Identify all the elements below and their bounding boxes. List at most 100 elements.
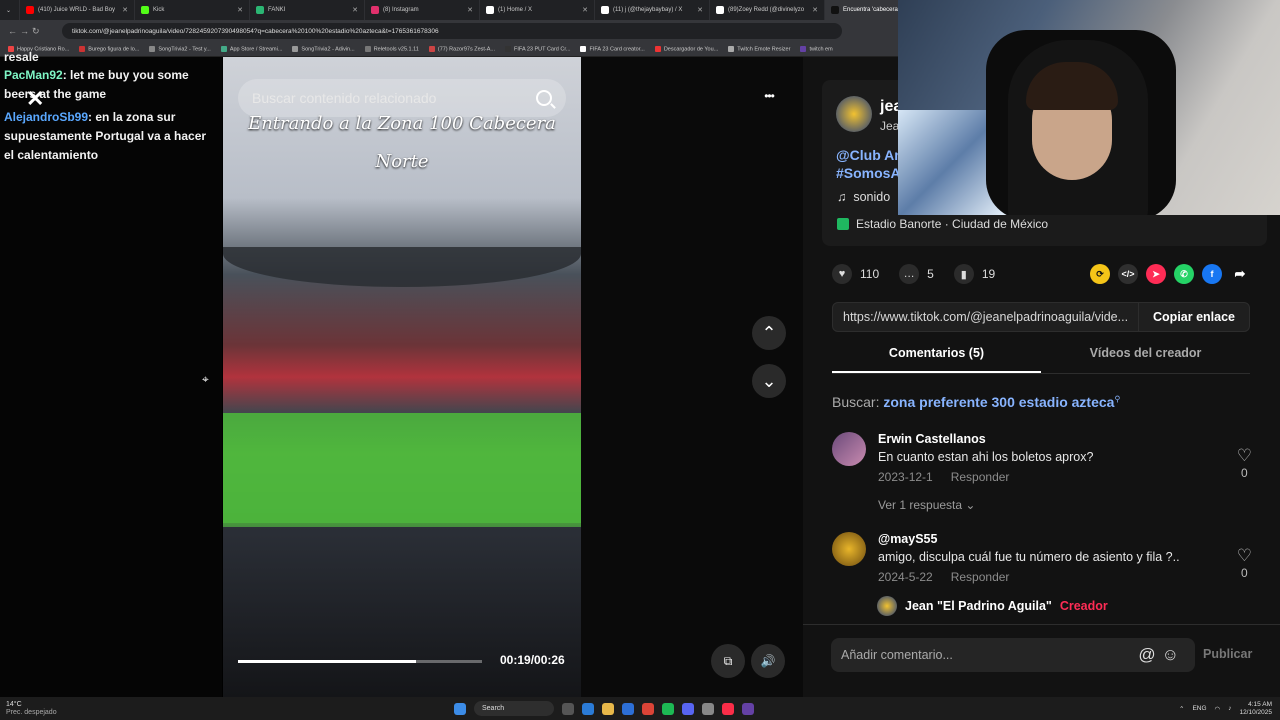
task-view-icon[interactable] bbox=[562, 702, 574, 715]
tab-title: (8) Instagram bbox=[383, 7, 419, 13]
tab-close-icon[interactable]: ✕ bbox=[812, 6, 818, 14]
speaker-icon[interactable]: ♪ bbox=[1228, 705, 1231, 712]
next-video-button[interactable]: ⌄ bbox=[752, 364, 786, 398]
comment-heart-icon[interactable]: ♡ bbox=[1237, 546, 1252, 566]
comment-icon[interactable]: … bbox=[899, 264, 920, 284]
previous-video-button[interactable]: ⌃ bbox=[752, 316, 786, 350]
reply-avatar[interactable] bbox=[877, 596, 897, 616]
embed-icon[interactable]: </> bbox=[1118, 264, 1138, 284]
pip-button[interactable]: ⧉ bbox=[711, 644, 745, 678]
browser-tab[interactable]: Kick ✕ bbox=[135, 0, 250, 20]
spotify-icon[interactable] bbox=[662, 702, 674, 715]
reply-author[interactable]: Jean "El Padrino Aguila" bbox=[905, 599, 1052, 613]
bookmark-icon[interactable]: ▮ bbox=[953, 264, 974, 284]
send-icon[interactable]: ➤ bbox=[1146, 264, 1166, 284]
video-progress-bar[interactable] bbox=[238, 660, 482, 663]
comment-heart-icon[interactable]: ♡ bbox=[1237, 446, 1252, 466]
share-arrow-icon[interactable]: ➦ bbox=[1230, 264, 1250, 284]
location-row[interactable]: Estadio Banorte · Ciudad de México bbox=[837, 217, 1048, 231]
weather-temp: 14°C bbox=[6, 700, 22, 708]
tab-search-icon[interactable]: ⌄ bbox=[0, 0, 20, 20]
comment-input[interactable]: Añadir comentario... @☺ bbox=[831, 638, 1195, 672]
post-hashtag[interactable]: #SomosA bbox=[836, 165, 901, 181]
tab-close-icon[interactable]: ✕ bbox=[582, 6, 588, 14]
related-search-input[interactable]: Buscar contenido relacionado bbox=[238, 79, 566, 117]
taskbar-search[interactable]: Search bbox=[474, 701, 554, 716]
whatsapp-icon[interactable]: ✆ bbox=[1174, 264, 1194, 284]
edge-icon[interactable] bbox=[582, 702, 594, 715]
wifi-icon[interactable]: ◠ bbox=[1215, 705, 1221, 713]
bookmark-label: Twitch Emote Resizer bbox=[737, 46, 791, 53]
bookmark-item[interactable]: (77) Razor97s Zest-A... bbox=[428, 45, 495, 52]
copy-link-button[interactable]: Copiar enlace bbox=[1138, 303, 1249, 331]
twitch-icon[interactable] bbox=[742, 702, 754, 715]
tab-close-icon[interactable]: ✕ bbox=[352, 6, 358, 14]
more-options-button[interactable]: ••• bbox=[752, 79, 786, 113]
video-player[interactable]: Entrando a la Zona 100 Cabecera Norte bbox=[223, 57, 581, 697]
store-icon[interactable] bbox=[622, 702, 634, 715]
tab-creator-videos[interactable]: Vídeos del creador bbox=[1041, 346, 1250, 373]
repost-icon[interactable]: ⟳ bbox=[1090, 264, 1110, 284]
related-search-query[interactable]: zona preferente 300 estadio azteca bbox=[883, 394, 1114, 410]
forward-icon[interactable]: → bbox=[20, 26, 32, 36]
browser-tab[interactable]: (1) Home / X ✕ bbox=[480, 0, 595, 20]
view-replies-label: Ver 1 respuesta bbox=[878, 498, 963, 512]
back-icon[interactable]: ← bbox=[8, 26, 20, 36]
heart-icon[interactable]: ♥ bbox=[832, 264, 852, 284]
tab-close-icon[interactable]: ✕ bbox=[122, 6, 128, 14]
volume-button[interactable]: 🔊 bbox=[751, 644, 785, 678]
bookmark-item[interactable]: Descargador de You... bbox=[654, 45, 718, 52]
url-field[interactable]: tiktok.com/@jeanelpadrinoaguila/video/72… bbox=[62, 23, 842, 39]
comment-author[interactable]: Erwin Castellanos bbox=[878, 432, 1252, 446]
view-replies-button[interactable]: Ver 1 respuesta ⌄ bbox=[878, 498, 975, 512]
weather-widget[interactable]: 14°C Prec. despejado bbox=[6, 701, 57, 717]
music-icon[interactable] bbox=[722, 702, 734, 715]
bookmark-item[interactable]: Twitch Emote Resizer bbox=[728, 45, 791, 53]
browser-tab[interactable]: (8) Instagram ✕ bbox=[365, 0, 480, 20]
bookmark-item[interactable]: App Store / Streami... bbox=[220, 45, 282, 52]
author-avatar[interactable] bbox=[836, 96, 872, 132]
comment-text: En cuanto estan ahi los boletos aprox? bbox=[878, 450, 1094, 464]
bookmark-favicon-icon bbox=[428, 45, 435, 52]
emoji-icon[interactable]: ☺ bbox=[1162, 645, 1185, 664]
bookmark-item[interactable]: FIFA 23 PUT Card Cr... bbox=[505, 45, 570, 52]
reply-button[interactable]: Responder bbox=[951, 470, 1010, 484]
comment-avatar[interactable] bbox=[832, 432, 866, 466]
comment-avatar[interactable] bbox=[832, 532, 866, 566]
chrome-icon[interactable] bbox=[642, 702, 654, 715]
share-link-text[interactable]: https://www.tiktok.com/@jeanelpadrinoagu… bbox=[833, 310, 1133, 324]
search-icon[interactable] bbox=[536, 90, 552, 106]
tab-close-icon[interactable]: ✕ bbox=[237, 6, 243, 14]
bookmark-item[interactable]: SongTrivia2 - Adivin... bbox=[292, 45, 355, 52]
bookmark-item[interactable]: Reletools v25.1.11 bbox=[364, 45, 419, 52]
browser-tab[interactable]: (410) Juice WRLD - Bad Boy ✕ bbox=[20, 0, 135, 20]
obs-icon[interactable] bbox=[702, 702, 714, 715]
bookmark-favicon-icon bbox=[505, 45, 512, 52]
windows-start-icon[interactable] bbox=[454, 702, 466, 715]
browser-tab[interactable]: FANKI ✕ bbox=[250, 0, 365, 20]
discord-icon[interactable] bbox=[682, 702, 694, 715]
sound-row[interactable]: ♫ sonido bbox=[837, 190, 890, 204]
facebook-icon[interactable]: f bbox=[1202, 264, 1222, 284]
chat-username: AlejandroSb99 bbox=[4, 110, 89, 124]
file-explorer-icon[interactable] bbox=[602, 702, 614, 715]
browser-tab[interactable]: (11) j (@thejaybaybay) / X ✕ bbox=[595, 0, 710, 20]
browser-tab[interactable]: (89)Zoey Redd (@divinelyzo ✕ bbox=[710, 0, 825, 20]
lang-indicator[interactable]: ENG bbox=[1192, 705, 1206, 712]
tab-close-icon[interactable]: ✕ bbox=[467, 6, 473, 14]
comment-like-count: 0 bbox=[1241, 566, 1248, 580]
close-icon[interactable]: ✕ bbox=[26, 86, 44, 112]
reload-icon[interactable]: ↻ bbox=[32, 26, 44, 37]
bookmark-item[interactable]: twitch em bbox=[800, 45, 833, 52]
chevron-up-icon[interactable]: ⌃ bbox=[1179, 705, 1184, 713]
mention-icon[interactable]: @ bbox=[1138, 645, 1161, 664]
tab-comments[interactable]: Comentarios (5) bbox=[832, 346, 1041, 373]
clock[interactable]: 4:15 AM 12/10/2025 bbox=[1239, 701, 1272, 717]
tab-close-icon[interactable]: ✕ bbox=[697, 6, 703, 14]
comment-author[interactable]: @mayS55 bbox=[878, 532, 1252, 546]
post-mention[interactable]: @Club Am bbox=[836, 147, 907, 163]
related-search[interactable]: Buscar: zona preferente 300 estadio azte… bbox=[832, 394, 1120, 410]
reply-button[interactable]: Responder bbox=[951, 570, 1010, 584]
bookmark-item[interactable]: FIFA 23 Card creator... bbox=[580, 45, 645, 52]
publish-button[interactable]: Publicar bbox=[1203, 647, 1252, 661]
